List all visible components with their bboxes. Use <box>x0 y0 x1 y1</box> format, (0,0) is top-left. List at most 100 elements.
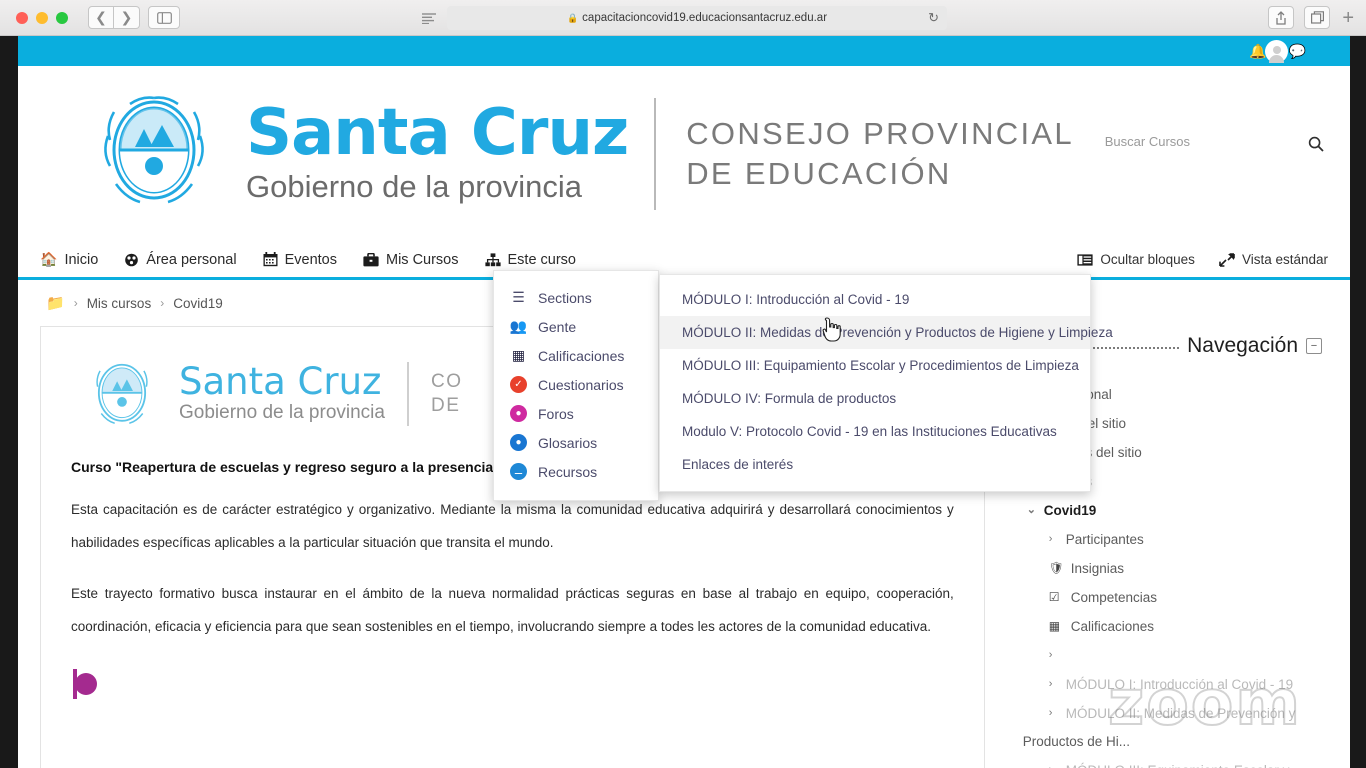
breadcrumb-separator: › <box>73 296 78 310</box>
briefcase-icon <box>363 252 379 267</box>
nav-item-mis-cursos[interactable]: Mis Cursos <box>363 252 459 268</box>
module-item-5[interactable]: Modulo V: Protocolo Covid - 19 en las In… <box>660 415 1090 448</box>
nav-label: Este curso <box>507 251 577 268</box>
new-tab-icon[interactable]: + <box>1342 8 1354 28</box>
tree-item-insignias[interactable]: 🛡 Insignias <box>1003 554 1328 583</box>
menu-item-sections[interactable]: ☰ Sections <box>494 283 658 312</box>
nav-item-inicio[interactable]: 🏠 Inicio <box>40 251 98 268</box>
nav-label: Ocultar bloques <box>1100 252 1195 267</box>
navigation-buttons: ❮ ❯ <box>88 6 140 29</box>
tree-item-label: Participantes <box>1065 532 1144 547</box>
close-window-button[interactable] <box>16 12 28 24</box>
bell-icon[interactable]: 🔔 <box>1249 43 1266 60</box>
search-courses-label[interactable]: Buscar Cursos <box>1105 134 1190 149</box>
show-tabs-icon[interactable] <box>1304 6 1331 29</box>
tree-item-covid19[interactable]: ⌄ Covid19 <box>1003 496 1328 525</box>
brand-subtitle: Gobierno de la provincia <box>246 169 583 204</box>
tree-item-label: Insignias <box>1070 561 1125 576</box>
list-icon: ☰ <box>512 289 525 305</box>
grid-icon: ▦ <box>1048 619 1061 633</box>
nav-label: Mis Cursos <box>385 251 459 268</box>
menu-item-gente[interactable]: 👥 Gente <box>494 312 658 341</box>
module-item-2[interactable]: MÓDULO II: Medidas de Prevención y Produ… <box>660 316 1113 349</box>
breadcrumb-item-covid19[interactable]: Covid19 <box>173 296 223 311</box>
module-item-4[interactable]: MÓDULO IV: Formula de productos <box>660 382 1090 415</box>
tree-item-modulo-3[interactable]: › MÓDULO III: Equipamiento Escolar y <box>1003 756 1328 768</box>
video-letterbox-right <box>1350 36 1366 768</box>
section-bullet <box>73 669 966 699</box>
tree-item-competencias[interactable]: ☑ Competencias <box>1003 583 1328 612</box>
tree-item-participantes[interactable]: › Participantes <box>1003 525 1328 554</box>
lock-icon: 🔒 <box>566 12 579 23</box>
breadcrumb-separator: › <box>160 296 165 310</box>
collapse-block-icon[interactable]: − <box>1306 338 1322 354</box>
menu-item-glosarios[interactable]: ● Glosarios <box>494 428 658 457</box>
tree-item-label: MÓDULO II: Medidas de Prevención y <box>1065 706 1296 721</box>
nav-item-este-curso[interactable]: Este curso <box>484 251 577 268</box>
share-icon[interactable] <box>1268 6 1295 29</box>
reload-icon[interactable]: ↻ <box>928 10 939 26</box>
check-square-icon: ☑ <box>1048 590 1060 604</box>
bullet-icon <box>75 673 97 695</box>
screen-capture: ❮ ❯ 🔒 capacitacioncovid19.educacionsanta… <box>0 0 1366 768</box>
sidebar-toggle-icon[interactable] <box>148 6 180 29</box>
web-page: 🔔 💬 Santa Cruz Gobierno de la provincia … <box>18 36 1350 768</box>
forward-icon[interactable]: ❯ <box>114 6 140 29</box>
header-divider <box>654 98 657 210</box>
santa-cruz-crest-icon <box>90 90 218 218</box>
menu-item-label: Calificaciones <box>538 347 625 364</box>
menu-item-foros[interactable]: ● Foros <box>494 399 658 428</box>
nav-label: Área personal <box>146 251 237 268</box>
nav-item-ocultar-bloques[interactable]: Ocultar bloques <box>1077 252 1195 267</box>
maximize-window-button[interactable] <box>56 12 68 24</box>
minimize-window-button[interactable] <box>36 12 48 24</box>
menu-item-calificaciones[interactable]: ▦ Calificaciones <box>494 341 658 370</box>
back-icon[interactable]: ❮ <box>88 6 114 29</box>
chevron-right-icon: › <box>1048 707 1053 719</box>
module-item-6[interactable]: Enlaces de interés <box>660 448 1090 481</box>
brand-title: Santa Cruz <box>246 96 629 170</box>
toolbar-right-buttons: + <box>1268 6 1354 29</box>
module-item-1[interactable]: MÓDULO I: Introducción al Covid - 19 <box>660 283 1090 316</box>
org-name: CONSEJO PROVINCIAL DE EDUCACIÓN <box>686 114 1074 194</box>
nav-item-vista-estandar[interactable]: Vista estándar <box>1219 252 1328 267</box>
course-menu-modules: MÓDULO I: Introducción al Covid - 19 MÓD… <box>659 274 1113 492</box>
home-icon: 🏠 <box>40 251 58 267</box>
tree-item-label-wrap: Productos de Hi... <box>1022 734 1131 749</box>
nav-item-area-personal[interactable]: Área personal <box>124 251 237 268</box>
menu-item-cuestionarios[interactable]: ✓ Cuestionarios <box>494 370 658 399</box>
org-line-2: DE EDUCACIÓN <box>686 156 952 191</box>
search-icon[interactable] <box>1308 136 1324 156</box>
nav-label: Vista estándar <box>1241 252 1328 267</box>
chevron-down-icon[interactable] <box>1294 49 1302 54</box>
tree-item-modulo-2[interactable]: › MÓDULO II: Medidas de Prevención y <box>1003 699 1328 728</box>
resource-icon: ⚊ <box>510 463 527 480</box>
nav-item-eventos[interactable]: Eventos <box>263 252 337 268</box>
grid-icon: ▦ <box>511 347 526 363</box>
window-controls[interactable] <box>16 12 68 24</box>
tree-item-label: Calificaciones <box>1070 619 1155 634</box>
tree-item-calificaciones[interactable]: ▦ Calificaciones <box>1003 612 1328 641</box>
sitemap-icon <box>484 252 501 267</box>
avatar[interactable] <box>1265 40 1288 63</box>
org-line-1: CONSEJO PROVINCIAL <box>686 116 1074 151</box>
menu-item-label: Recursos <box>538 463 598 480</box>
user-menu[interactable] <box>1265 40 1302 63</box>
reader-view-icon[interactable] <box>418 8 440 28</box>
course-banner-subtitle: Gobierno de la provincia <box>179 402 385 423</box>
chevron-right-icon: › <box>1048 678 1053 690</box>
nav-label: Inicio <box>64 251 99 268</box>
menu-item-recursos[interactable]: ⚊ Recursos <box>494 457 658 486</box>
module-item-3[interactable]: MÓDULO III: Equipamiento Escolar y Proce… <box>660 349 1090 382</box>
tree-item[interactable]: › <box>1003 641 1328 670</box>
breadcrumb-item-mis-cursos[interactable]: Mis cursos <box>87 296 152 311</box>
course-banner-org-line-2: DE <box>430 395 461 416</box>
course-banner-brand: Santa Cruz Gobierno de la provincia <box>179 363 385 425</box>
folder-icon: 📁 <box>46 295 65 312</box>
address-bar[interactable]: 🔒 capacitacioncovid19.educacionsantacruz… <box>447 6 947 30</box>
menu-item-label: Glosarios <box>538 434 598 451</box>
tree-item-modulo-1[interactable]: › MÓDULO I: Introducción al Covid - 19 <box>1003 670 1328 699</box>
chevron-right-icon: › <box>1048 649 1053 661</box>
nav-label: Eventos <box>284 251 337 268</box>
hide-blocks-icon <box>1077 253 1093 266</box>
